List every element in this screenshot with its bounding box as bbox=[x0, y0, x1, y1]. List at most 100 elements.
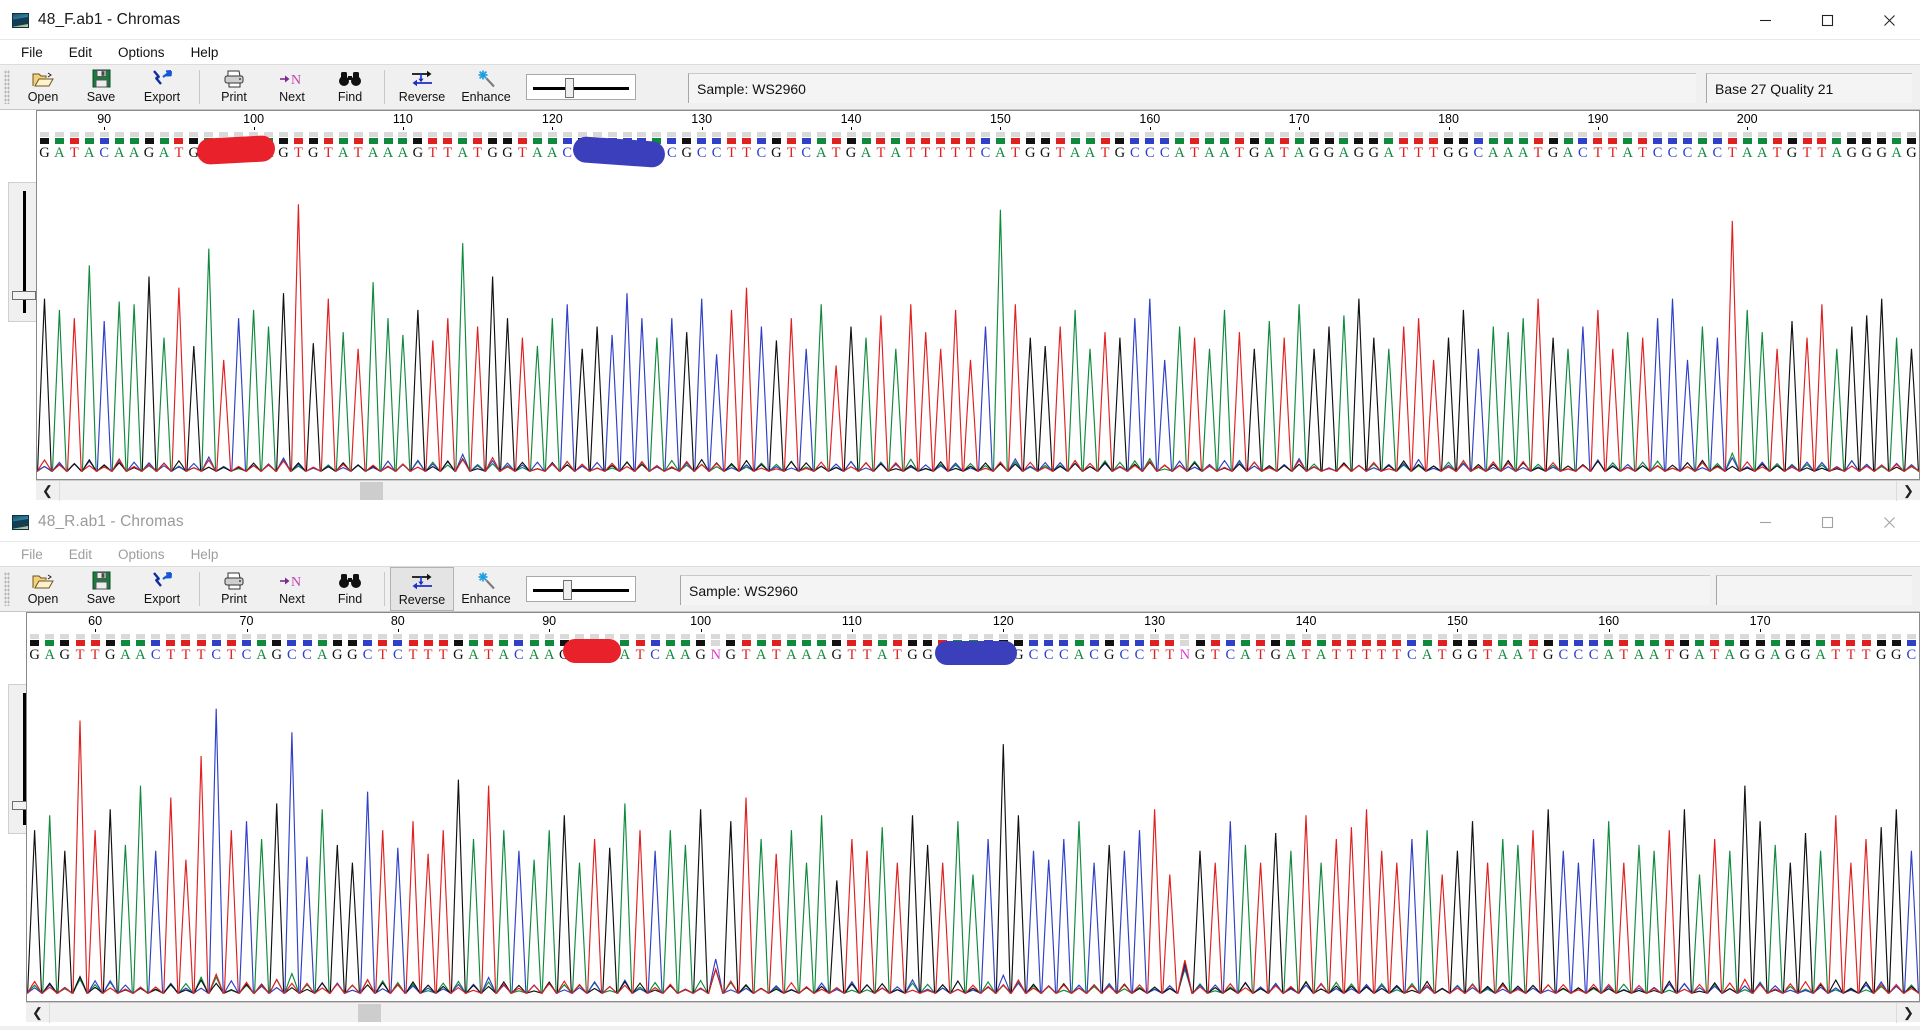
printer-icon bbox=[223, 68, 245, 89]
export-arrow-icon bbox=[151, 570, 173, 591]
binoculars-icon bbox=[338, 68, 362, 89]
next-button[interactable]: N Next bbox=[263, 65, 321, 109]
sample-field[interactable]: Sample: WS2960 bbox=[688, 73, 1696, 103]
save-button-label: Save bbox=[86, 90, 116, 104]
close-icon[interactable] bbox=[1858, 0, 1920, 40]
chromatogram-pane-48-F[interactable]: 90 100 110 120 130 140 150 160 170 180 190 200 G A T A C… bbox=[0, 110, 1920, 502]
toolbar-grip[interactable] bbox=[4, 572, 10, 606]
window-48-R[interactable]: 48_R.ab1 - Chromas File Edit Options Hel… bbox=[0, 502, 1920, 1030]
titlebar-left: 48_R.ab1 - Chromas bbox=[12, 502, 184, 542]
open-button[interactable]: Open bbox=[14, 567, 72, 611]
menu-edit[interactable]: Edit bbox=[58, 545, 103, 564]
save-button[interactable]: Save bbox=[72, 65, 130, 109]
trace-channel-A bbox=[27, 785, 1919, 994]
sample-field[interactable]: Sample: WS2960 bbox=[680, 575, 1710, 605]
menubar-48-F[interactable]: File Edit Options Help bbox=[0, 40, 1920, 64]
titlebar-left: 48_F.ab1 - Chromas bbox=[12, 0, 180, 40]
titlebar-48-F[interactable]: 48_F.ab1 - Chromas bbox=[0, 0, 1920, 40]
trace-svg bbox=[27, 708, 1919, 994]
window-48-F[interactable]: 48_F.ab1 - Chromas File Edit Options Hel… bbox=[0, 0, 1920, 502]
slider-thumb[interactable] bbox=[563, 580, 572, 600]
base-quality-status: Base 27 Quality 21 bbox=[1715, 80, 1834, 97]
menu-help[interactable]: Help bbox=[180, 545, 230, 564]
next-n-icon: N bbox=[279, 570, 305, 591]
sample-label: Sample: WS2960 bbox=[689, 582, 798, 599]
scroll-left-icon[interactable]: ❮ bbox=[26, 1003, 50, 1023]
save-button[interactable]: Save bbox=[72, 567, 130, 611]
chromas-app-icon bbox=[12, 12, 29, 28]
find-button-label: Find bbox=[337, 592, 363, 606]
horizontal-scrollbar-48-R[interactable]: ❮ ❯ bbox=[26, 1002, 1920, 1023]
menu-file[interactable]: File bbox=[10, 545, 54, 564]
reverse-button[interactable]: Reverse bbox=[390, 567, 454, 611]
scrollbar-thumb[interactable] bbox=[358, 1004, 381, 1022]
enhance-button-label: Enhance bbox=[461, 592, 511, 606]
next-button[interactable]: N Next bbox=[263, 567, 321, 611]
maximize-icon[interactable] bbox=[1796, 502, 1858, 542]
open-folder-icon bbox=[32, 68, 54, 89]
menu-options[interactable]: Options bbox=[107, 545, 176, 564]
close-icon[interactable] bbox=[1858, 502, 1920, 542]
print-button-label: Print bbox=[221, 90, 247, 104]
next-button-label: Next bbox=[279, 592, 305, 606]
window-controls[interactable] bbox=[1734, 502, 1920, 542]
minimize-icon[interactable] bbox=[1734, 502, 1796, 542]
chromas-app-icon bbox=[12, 514, 29, 530]
horizontal-scrollbar-48-F[interactable]: ❮ ❯ bbox=[36, 480, 1920, 501]
trace-channel-A bbox=[37, 209, 1919, 472]
slider-track bbox=[533, 87, 629, 90]
scale-slider[interactable] bbox=[526, 576, 636, 602]
enhance-button[interactable]: Enhance bbox=[454, 65, 518, 109]
print-button-label: Print bbox=[221, 592, 247, 606]
scrollbar-thumb[interactable] bbox=[360, 482, 383, 500]
scroll-right-icon[interactable]: ❯ bbox=[1896, 481, 1920, 501]
status-field: Base 27 Quality 21 bbox=[1706, 73, 1912, 103]
trace-plot-48-F[interactable]: 90 100 110 120 130 140 150 160 170 180 190 200 G A T A C… bbox=[36, 110, 1920, 480]
toolbar-separator bbox=[199, 572, 200, 606]
trace-channel-T bbox=[27, 720, 1919, 994]
printer-icon bbox=[223, 570, 245, 591]
titlebar-48-R[interactable]: 48_R.ab1 - Chromas bbox=[0, 502, 1920, 542]
scale-slider[interactable] bbox=[526, 74, 636, 100]
slider-thumb[interactable] bbox=[565, 78, 574, 98]
marker-highlight-red bbox=[563, 639, 621, 663]
scroll-right-icon[interactable]: ❯ bbox=[1896, 1003, 1920, 1023]
export-button[interactable]: Export bbox=[130, 65, 194, 109]
menu-options[interactable]: Options bbox=[107, 43, 176, 62]
toolbar-48-F[interactable]: Open Save Export Print N Next Find Reverse Enhan… bbox=[0, 64, 1920, 110]
chromatogram-pane-48-R[interactable]: 60 70 80 90 100 110 120 130 140 150 160 170 G A G T T G A A… bbox=[0, 612, 1920, 1030]
reverse-button-label: Reverse bbox=[398, 593, 446, 607]
next-button-label: Next bbox=[279, 90, 305, 104]
slider-track bbox=[533, 589, 629, 592]
next-n-icon: N bbox=[279, 68, 305, 89]
trace-svg bbox=[37, 204, 1919, 472]
menu-edit[interactable]: Edit bbox=[58, 43, 103, 62]
trace-plot-48-R[interactable]: 60 70 80 90 100 110 120 130 140 150 160 170 G A G T T G A A… bbox=[26, 612, 1920, 1002]
scroll-left-icon[interactable]: ❮ bbox=[36, 481, 60, 501]
print-button[interactable]: Print bbox=[205, 65, 263, 109]
open-button[interactable]: Open bbox=[14, 65, 72, 109]
find-button[interactable]: Find bbox=[321, 567, 379, 611]
print-button[interactable]: Print bbox=[205, 567, 263, 611]
menu-file[interactable]: File bbox=[10, 43, 54, 62]
enhance-button[interactable]: Enhance bbox=[454, 567, 518, 611]
export-button-label: Export bbox=[143, 90, 181, 104]
sparkle-icon bbox=[475, 570, 497, 591]
marker-highlight-red bbox=[196, 134, 276, 166]
find-button[interactable]: Find bbox=[321, 65, 379, 109]
export-button[interactable]: Export bbox=[130, 567, 194, 611]
window-controls[interactable] bbox=[1734, 0, 1920, 40]
maximize-icon[interactable] bbox=[1796, 0, 1858, 40]
open-button-label: Open bbox=[27, 90, 59, 104]
vertical-scale-thumb[interactable] bbox=[12, 291, 36, 300]
floppy-disk-icon bbox=[92, 570, 111, 591]
toolbar-48-R[interactable]: Open Save Export Print N Next Find Reverse Enhan… bbox=[0, 566, 1920, 612]
minimize-icon[interactable] bbox=[1734, 0, 1796, 40]
toolbar-separator bbox=[384, 70, 385, 104]
marker-highlight-blue bbox=[935, 641, 1017, 665]
reverse-button[interactable]: Reverse bbox=[390, 65, 454, 109]
toolbar-grip[interactable] bbox=[4, 70, 10, 104]
menubar-48-R[interactable]: File Edit Options Help bbox=[0, 542, 1920, 566]
reverse-button-label: Reverse bbox=[398, 90, 446, 104]
menu-help[interactable]: Help bbox=[180, 43, 230, 62]
